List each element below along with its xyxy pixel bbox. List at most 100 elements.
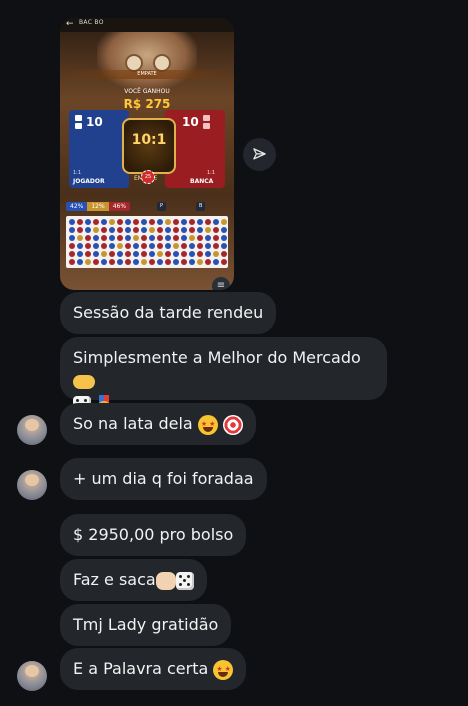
player-ratio: 1:1 (73, 170, 82, 176)
roadmap-dot (77, 227, 83, 233)
predict-player: P (157, 202, 167, 211)
game-screenshot-image[interactable]: ← BAC BO EMPATE VOCÊ GANHOU R$ 275 10 10… (60, 18, 234, 290)
roadmap-dot (189, 251, 195, 257)
dice-icon (175, 571, 194, 590)
roadmap-dot (205, 227, 211, 233)
message-text: So na lata dela (73, 414, 193, 433)
roadmap-dot (125, 227, 131, 233)
roadmap-dot (133, 227, 139, 233)
roadmap-dot (117, 243, 123, 249)
roadmap-dot (157, 219, 163, 225)
message-bubble[interactable]: Tmj Lady gratidão (60, 604, 232, 646)
banker-ratio: 1:1 (207, 170, 216, 176)
roadmap-dot (165, 243, 171, 249)
roadmap-dot (181, 259, 187, 265)
win-label: VOCÊ GANHOU (124, 88, 170, 95)
roadmap-dot (133, 219, 139, 225)
roadmap-dot (69, 243, 75, 249)
tie-payout-box: 10:1 (122, 118, 176, 174)
roadmap-dot (165, 259, 171, 265)
roadmap-dot (85, 219, 91, 225)
roadmap-dot (93, 227, 99, 233)
menu-icon[interactable]: ≡ (212, 277, 230, 290)
banker-dice-icon (203, 115, 210, 129)
roadmap-dot (189, 243, 195, 249)
roadmap-dot (93, 235, 99, 241)
roadmap-dot (101, 259, 107, 265)
predict-banker: B (196, 202, 206, 211)
roadmap-dot (101, 219, 107, 225)
avatar[interactable] (17, 470, 47, 500)
win-amount: R$ 275 (123, 97, 171, 111)
roadmap-dot (93, 219, 99, 225)
tie-pct: 12% (87, 202, 109, 211)
roadmap-dot (117, 259, 123, 265)
roadmap-dot (149, 259, 155, 265)
roadmap-dot (133, 235, 139, 241)
roadmap-dot (109, 227, 115, 233)
roadmap-grid (66, 216, 228, 268)
roadmap-dot (93, 243, 99, 249)
roadmap-dot (189, 227, 195, 233)
roadmap-dot (69, 219, 75, 225)
roadmap-dot (77, 235, 83, 241)
message-bubble[interactable]: Faz e saca (60, 559, 207, 601)
clap-icon (155, 571, 176, 590)
roadmap-dot (173, 259, 179, 265)
message-bubble[interactable]: Sessão da tarde rendeu (60, 292, 277, 334)
roadmap-dot (221, 219, 227, 225)
roadmap-dot (181, 235, 187, 241)
roadmap-dot (133, 259, 139, 265)
totem-decoration (97, 32, 197, 90)
roadmap-dot (213, 219, 219, 225)
avatar[interactable] (17, 661, 47, 691)
roadmap-dot (101, 251, 107, 257)
message-bubble[interactable]: E a Palavra certa ★★ (60, 648, 247, 690)
roadmap-dot (157, 251, 163, 257)
roadmap-dot (69, 227, 75, 233)
banker-score: 10 (182, 115, 199, 129)
player-score: 10 (86, 115, 103, 129)
roadmap-dot (205, 235, 211, 241)
roadmap-dot (117, 235, 123, 241)
roadmap-dot (165, 219, 171, 225)
message-bubble[interactable]: Simplesmente a Melhor do Mercado 1 (60, 337, 387, 415)
roadmap-dot (125, 219, 131, 225)
roadmap-dot (157, 259, 163, 265)
roadmap-dot (125, 243, 131, 249)
roadmap-dot (141, 251, 147, 257)
roadmap-dot (173, 219, 179, 225)
message-text: $ 2950,00 pro bolso (73, 525, 234, 544)
roadmap-dot (133, 251, 139, 257)
banker-label: BANCA (190, 178, 214, 185)
chip-icon: 25 (141, 170, 155, 184)
roadmap-dot (77, 219, 83, 225)
roadmap-dot (173, 251, 179, 257)
roadmap-dot (149, 235, 155, 241)
roadmap-dot (213, 227, 219, 233)
roadmap-dot (197, 227, 203, 233)
roadmap-dot (69, 251, 75, 257)
roadmap-dot (197, 259, 203, 265)
banker-pct: 46% (108, 202, 131, 211)
roadmap-dot (101, 235, 107, 241)
roadmap-dot (181, 227, 187, 233)
message-bubble[interactable]: + um dia q foi foradaa (60, 458, 267, 500)
roadmap-dot (77, 251, 83, 257)
roadmap-dot (133, 243, 139, 249)
roadmap-dot (157, 243, 163, 249)
roadmap-dot (149, 243, 155, 249)
roadmap-dot (197, 219, 203, 225)
avatar[interactable] (17, 415, 47, 445)
roadmap-dot (149, 251, 155, 257)
roadmap-dot (213, 235, 219, 241)
roadmap-dot (141, 243, 147, 249)
message-bubble[interactable]: So na lata dela ★★ (60, 403, 256, 445)
roadmap-dot (93, 259, 99, 265)
roadmap-dot (69, 235, 75, 241)
back-arrow-icon: ← (66, 19, 74, 29)
screenshot-title: BAC BO (79, 19, 104, 26)
share-button[interactable] (243, 138, 276, 171)
roadmap-dot (157, 235, 163, 241)
message-bubble[interactable]: $ 2950,00 pro bolso (60, 514, 247, 556)
